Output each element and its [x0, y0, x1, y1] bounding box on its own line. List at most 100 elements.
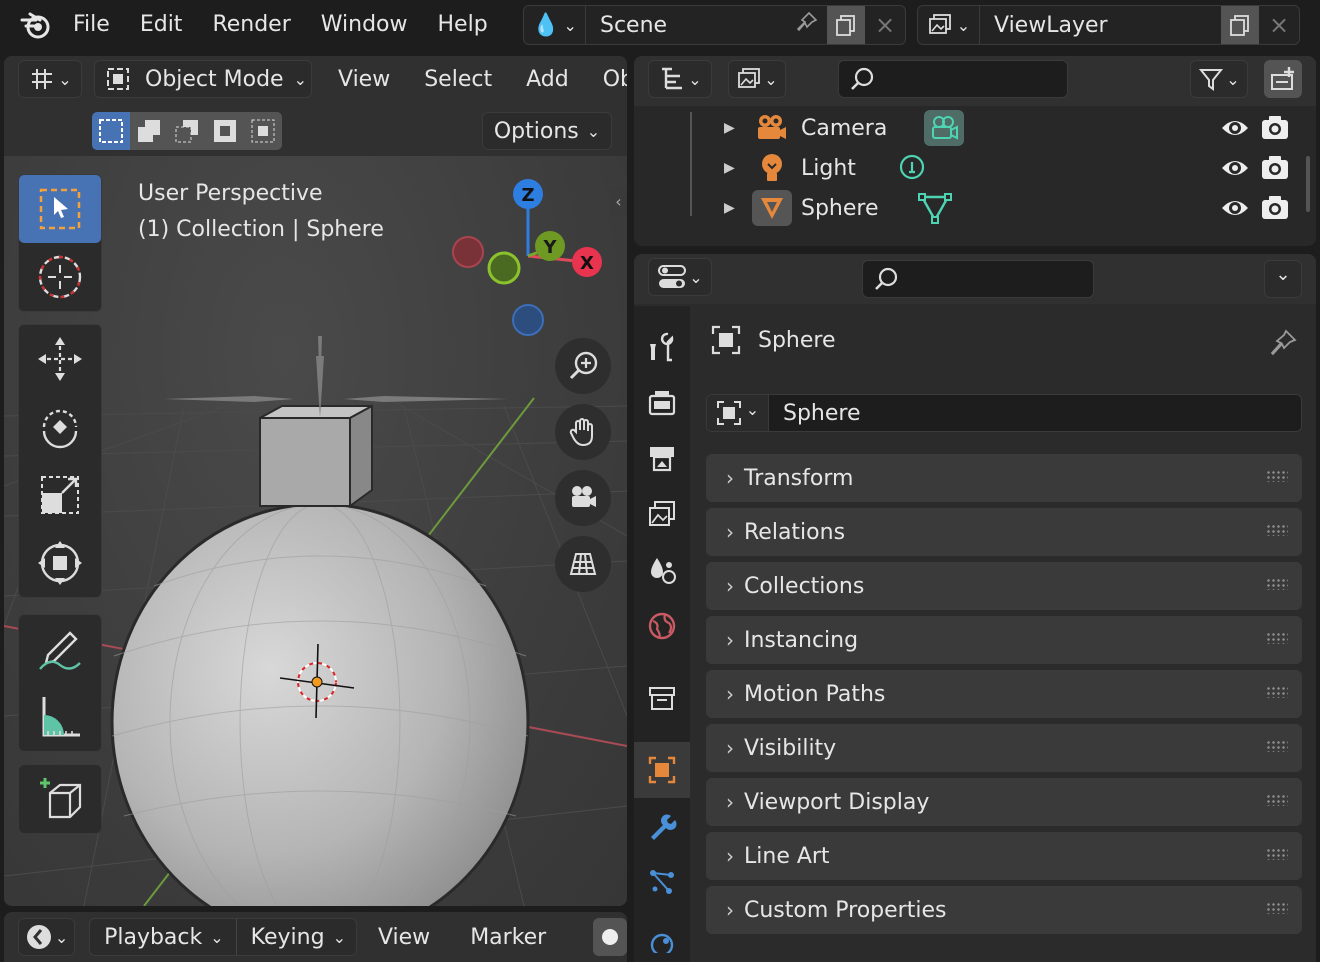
- tool-tab-icon[interactable]: [634, 318, 690, 374]
- select-new-icon[interactable]: [92, 112, 130, 150]
- menu-render[interactable]: Render: [197, 0, 305, 50]
- cursor-tool-icon[interactable]: [19, 243, 101, 311]
- outliner-row-camera[interactable]: ▶ Camera: [634, 108, 1316, 148]
- menu-window[interactable]: Window: [306, 0, 423, 50]
- annotate-tool-icon[interactable]: [19, 615, 101, 683]
- render-camera-icon[interactable]: [1260, 154, 1290, 188]
- properties-editor-type-button[interactable]: ⌄: [648, 258, 712, 296]
- drag-handle-icon[interactable]: [1266, 686, 1288, 698]
- object-browse-button[interactable]: ⌄: [707, 395, 769, 431]
- select-invert-icon[interactable]: [206, 112, 244, 150]
- panel-relations[interactable]: › Relations: [706, 508, 1302, 556]
- navigation-gizmo[interactable]: Y Z X: [444, 176, 614, 346]
- measure-tool-icon[interactable]: [19, 683, 101, 751]
- drag-handle-icon[interactable]: [1266, 848, 1288, 860]
- pan-hand-icon[interactable]: [555, 404, 611, 460]
- pin-icon[interactable]: [787, 10, 827, 40]
- close-icon[interactable]: ×: [1259, 11, 1299, 39]
- visibility-eye-icon[interactable]: [1220, 114, 1250, 148]
- sidebar-toggle-icon[interactable]: ‹: [610, 188, 627, 216]
- outliner-scrollbar[interactable]: [1306, 156, 1310, 212]
- zoom-icon[interactable]: [555, 338, 611, 394]
- panel-instancing[interactable]: › Instancing: [706, 616, 1302, 664]
- camera-data-icon[interactable]: [924, 110, 964, 146]
- expand-arrow-icon[interactable]: ▶: [724, 160, 735, 176]
- keying-menu[interactable]: Keying ⌄: [237, 918, 356, 956]
- drag-handle-icon[interactable]: [1266, 470, 1288, 482]
- new-viewlayer-button[interactable]: [1221, 6, 1259, 44]
- properties-options-button[interactable]: ⌄: [1264, 260, 1302, 298]
- timeline-editor-type-button[interactable]: ⌄: [18, 918, 76, 956]
- viewlayer-name-field[interactable]: ViewLayer: [994, 13, 1221, 38]
- perspective-toggle-icon[interactable]: [555, 536, 611, 592]
- record-button[interactable]: [593, 918, 627, 956]
- new-scene-button[interactable]: [827, 6, 865, 44]
- scene-browse-button[interactable]: 💧 ⌄: [524, 6, 586, 44]
- scene-tab-icon[interactable]: [634, 542, 690, 598]
- world-tab-icon[interactable]: [634, 598, 690, 654]
- drag-handle-icon[interactable]: [1266, 578, 1288, 590]
- drag-handle-icon[interactable]: [1266, 902, 1288, 914]
- timeline-menu-view[interactable]: View: [361, 925, 447, 950]
- playback-menu[interactable]: Playback ⌄: [90, 918, 237, 956]
- viewlayer-browse-button[interactable]: ⌄: [918, 6, 980, 44]
- modifier-tab-icon[interactable]: [634, 798, 690, 854]
- drag-handle-icon[interactable]: [1266, 794, 1288, 806]
- view-layer-tab-icon[interactable]: [634, 486, 690, 542]
- expand-arrow-icon[interactable]: ▶: [724, 200, 735, 216]
- physics-tab-icon[interactable]: [634, 910, 690, 962]
- outliner-editor-type-button[interactable]: ⌄: [648, 60, 712, 98]
- properties-search-input[interactable]: [862, 260, 1094, 298]
- transform-tool-icon[interactable]: [19, 529, 101, 597]
- camera-view-icon[interactable]: [555, 470, 611, 526]
- viewport-menu-view[interactable]: View: [321, 67, 407, 92]
- display-mode-button[interactable]: ⌄: [728, 60, 786, 98]
- panel-viewport-display[interactable]: › Viewport Display: [706, 778, 1302, 826]
- panel-motion-paths[interactable]: › Motion Paths: [706, 670, 1302, 718]
- menu-file[interactable]: File: [58, 0, 125, 50]
- visibility-eye-icon[interactable]: [1220, 154, 1250, 188]
- panel-line-art[interactable]: › Line Art: [706, 832, 1302, 880]
- render-camera-icon[interactable]: [1260, 114, 1290, 148]
- menu-help[interactable]: Help: [423, 0, 503, 50]
- move-tool-icon[interactable]: [19, 325, 101, 393]
- visibility-eye-icon[interactable]: [1220, 194, 1250, 228]
- add-cube-tool-icon[interactable]: [19, 765, 101, 833]
- collection-tab-icon[interactable]: [634, 670, 690, 726]
- drag-handle-icon[interactable]: [1266, 524, 1288, 536]
- filter-button[interactable]: ⌄: [1190, 60, 1248, 98]
- output-tab-icon[interactable]: [634, 430, 690, 486]
- editor-type-button[interactable]: ⌄: [18, 60, 82, 98]
- pin-icon[interactable]: [1268, 328, 1298, 364]
- render-camera-icon[interactable]: [1260, 194, 1290, 228]
- viewport-menu-add[interactable]: Add: [509, 67, 586, 92]
- select-intersect-icon[interactable]: [244, 112, 282, 150]
- viewport-menu-object[interactable]: Obje: [586, 67, 627, 92]
- object-name-input[interactable]: Sphere: [783, 401, 1301, 426]
- particles-tab-icon[interactable]: [634, 854, 690, 910]
- light-data-icon[interactable]: [898, 154, 926, 190]
- drag-handle-icon[interactable]: [1266, 632, 1288, 644]
- viewport-menu-select[interactable]: Select: [407, 67, 509, 92]
- mesh-data-icon[interactable]: [918, 192, 952, 230]
- options-button[interactable]: Options ⌄: [482, 112, 612, 150]
- 3d-viewport[interactable]: ⌄ Object Mode ⌄ View Select Add Obje: [4, 56, 627, 906]
- render-tab-icon[interactable]: [634, 374, 690, 430]
- outliner-row-light[interactable]: ▶ Light: [634, 148, 1316, 188]
- mode-selector[interactable]: Object Mode ⌄: [94, 60, 312, 98]
- scene-name-field[interactable]: Scene: [600, 13, 787, 38]
- expand-arrow-icon[interactable]: ▶: [724, 120, 735, 136]
- blender-logo-icon[interactable]: [18, 0, 54, 50]
- close-icon[interactable]: ×: [865, 11, 905, 39]
- panel-custom-properties[interactable]: › Custom Properties: [706, 886, 1302, 934]
- menu-edit[interactable]: Edit: [125, 0, 198, 50]
- select-subtract-icon[interactable]: [168, 112, 206, 150]
- object-tab-icon[interactable]: [634, 742, 690, 798]
- timeline-menu-marker[interactable]: Marker: [453, 925, 563, 950]
- drag-handle-icon[interactable]: [1266, 740, 1288, 752]
- panel-transform[interactable]: › Transform: [706, 454, 1302, 502]
- rotate-tool-icon[interactable]: [19, 393, 101, 461]
- new-collection-button[interactable]: [1264, 60, 1302, 98]
- outliner-row-sphere[interactable]: ▶ Sphere: [634, 188, 1316, 228]
- select-box-tool-icon[interactable]: [19, 175, 101, 243]
